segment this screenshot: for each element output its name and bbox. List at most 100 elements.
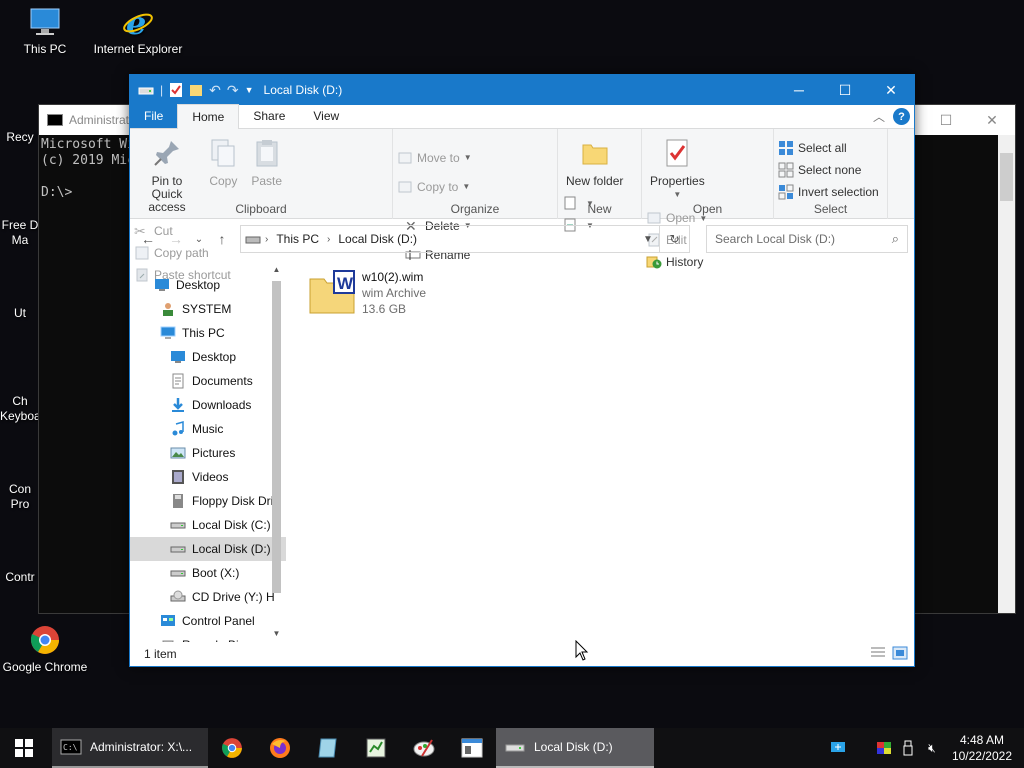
navigation-pane[interactable]: Desktop SYSTEM This PC Desktop Documents Down… — [130, 261, 286, 642]
tab-file[interactable]: File — [130, 104, 178, 128]
taskbar-firefox[interactable] — [256, 728, 304, 768]
breadcrumb-local-disk-d[interactable]: Local Disk (D:) — [334, 232, 421, 246]
taskbar-explorer[interactable]: Local Disk (D:) — [496, 728, 654, 768]
desktop-icon-keyboard-partial[interactable]: Ch — [0, 394, 40, 408]
nav-item[interactable]: Desktop — [130, 345, 286, 369]
tab-home[interactable]: Home — [177, 104, 240, 129]
nav-item[interactable]: Local Disk (C:) — [130, 513, 286, 537]
nav-item[interactable]: SYSTEM — [130, 297, 286, 321]
taskbar-task-manager[interactable] — [352, 728, 400, 768]
taskbar-command-prompt[interactable]: C:\ Administrator: X:\... — [52, 728, 208, 768]
taskbar-chrome[interactable] — [208, 728, 256, 768]
nav-item[interactable]: Desktop — [130, 273, 286, 297]
cut-button[interactable]: ✂ Cut — [134, 220, 235, 242]
nav-item[interactable]: This PC — [130, 321, 286, 345]
drive-icon — [138, 87, 154, 95]
console-scrollbar[interactable] — [998, 135, 1015, 613]
maximize-button[interactable]: ☐ — [822, 75, 868, 105]
tab-view[interactable]: View — [299, 104, 353, 128]
group-label-organize: Organize — [450, 202, 500, 216]
collapse-ribbon-icon[interactable]: ︿ — [873, 108, 885, 125]
volume-muted-icon[interactable]: 🔇︎ — [920, 728, 944, 768]
move-to-button[interactable]: Move to ▼ — [397, 143, 476, 172]
search-input[interactable]: Search Local Disk (D:) ⌕ — [706, 225, 908, 253]
properties-button[interactable]: Properties ▼ — [646, 133, 709, 203]
scroll-up-icon[interactable]: ▲ — [268, 261, 285, 278]
minimize-button[interactable]: ─ — [776, 75, 822, 105]
breadcrumb-separator-icon[interactable]: › — [323, 234, 334, 245]
usb-device-icon[interactable] — [896, 728, 920, 768]
nav-item[interactable]: Recycle Bin — [130, 633, 286, 642]
breadcrumb-this-pc[interactable]: This PC — [272, 232, 323, 246]
invert-selection-button[interactable]: Invert selection — [778, 181, 883, 203]
select-none-button[interactable]: Select none — [778, 159, 883, 181]
nav-item[interactable]: Videos — [130, 465, 286, 489]
file-item[interactable]: W w10(2).wim wim Archive 13.6 GB — [308, 269, 426, 317]
help-icon[interactable]: ? — [893, 108, 910, 125]
taskbar-window-app[interactable] — [448, 728, 496, 768]
address-dropdown-icon[interactable]: ▼ — [639, 226, 657, 252]
chrome-icon — [30, 626, 59, 654]
desktop-icon-this-pc[interactable]: This PC — [0, 6, 90, 56]
tab-share[interactable]: Share — [239, 104, 299, 128]
display-icon[interactable] — [872, 728, 896, 768]
nav-item[interactable]: Pictures — [130, 441, 286, 465]
customize-quick-access-icon[interactable]: ▼ — [245, 85, 254, 95]
scroll-down-icon[interactable]: ▼ — [268, 625, 285, 642]
desktop-icon-google-chrome[interactable]: Google Chrome — [0, 624, 90, 674]
taskbar-paint[interactable] — [400, 728, 448, 768]
nav-item[interactable]: Downloads — [130, 393, 286, 417]
ribbon-group-select: Select all Select none Invert selection … — [774, 129, 888, 219]
network-icon[interactable] — [826, 728, 850, 768]
start-button[interactable] — [0, 728, 48, 768]
nav-item[interactable]: Floppy Disk Dri — [130, 489, 286, 513]
console-scroll-thumb[interactable] — [1000, 153, 1013, 201]
clock-date: 10/22/2022 — [951, 749, 1012, 763]
nav-item-label: Pictures — [192, 446, 236, 460]
address-bar[interactable]: › This PC › Local Disk (D:) ▼ ↻ — [240, 225, 690, 253]
new-folder-quick-icon[interactable] — [189, 82, 203, 98]
desktop-icon-free-partial[interactable]: Free D — [0, 218, 40, 232]
nav-item-label: Documents — [192, 374, 253, 388]
nav-item[interactable]: CD Drive (Y:) H — [130, 585, 286, 609]
console-maximize-button[interactable]: ☐ — [923, 105, 969, 135]
file-list[interactable]: W w10(2).wim wim Archive 13.6 GB — [286, 261, 914, 642]
nav-item-label: Desktop — [192, 350, 237, 364]
desktop-icon-recycle-bin-partial[interactable]: Recy — [0, 130, 40, 144]
close-button[interactable]: ✕ — [868, 75, 914, 105]
taskbar-command-prompt-label: Administrator: X:\... — [90, 740, 193, 754]
new-folder-button[interactable]: New folder — [562, 133, 627, 190]
explorer-window[interactable]: | ↶ ↷ ▼ Local Disk (D:) ─ ☐ ✕ File Home … — [129, 74, 915, 667]
navigation-scroll-thumb[interactable] — [272, 281, 281, 593]
explorer-titlebar[interactable]: | ↶ ↷ ▼ Local Disk (D:) ─ ☐ ✕ — [130, 75, 914, 105]
refresh-icon[interactable]: ↻ — [659, 226, 689, 252]
nav-item-label: SYSTEM — [182, 302, 232, 316]
console-close-button[interactable]: ✕ — [969, 105, 1015, 135]
nav-item-label: CD Drive (Y:) H — [192, 590, 275, 604]
select-none-icon — [778, 162, 794, 178]
properties-quick-icon[interactable] — [169, 82, 183, 98]
nav-item[interactable]: Local Disk (D:) — [130, 537, 286, 561]
navigation-scrollbar[interactable]: ▲ ▼ — [268, 261, 285, 642]
clock[interactable]: 4:48 AM 10/22/2022 — [944, 732, 1024, 764]
desktop-icon-internet-explorer[interactable]: e Internet Explorer — [93, 6, 183, 56]
nav-item[interactable]: Music — [130, 417, 286, 441]
taskbar-notepad[interactable] — [304, 728, 352, 768]
details-view-icon[interactable] — [870, 646, 886, 660]
nav-item[interactable]: Boot (X:) — [130, 561, 286, 585]
select-all-button[interactable]: Select all — [778, 137, 883, 159]
chrome-icon — [222, 738, 242, 758]
copy-to-button[interactable]: Copy to ▼ — [397, 172, 476, 201]
music-icon — [170, 421, 186, 437]
redo-icon[interactable]: ↷ — [227, 82, 239, 99]
desktop-icon-utilities-partial[interactable]: Ut — [0, 306, 40, 320]
desktop-icon-command-prompt-partial[interactable]: Con — [0, 482, 40, 496]
undo-icon[interactable]: ↶ — [209, 82, 221, 99]
large-icons-view-icon[interactable] — [892, 646, 908, 660]
desktop-icon-control-panel-partial[interactable]: Contr — [0, 570, 40, 584]
paste-button[interactable]: Paste — [247, 133, 287, 190]
nav-item[interactable]: Documents — [130, 369, 286, 393]
nav-item[interactable]: Control Panel — [130, 609, 286, 633]
breadcrumb-separator-icon[interactable]: › — [261, 234, 272, 245]
copy-button[interactable]: Copy — [203, 133, 243, 190]
